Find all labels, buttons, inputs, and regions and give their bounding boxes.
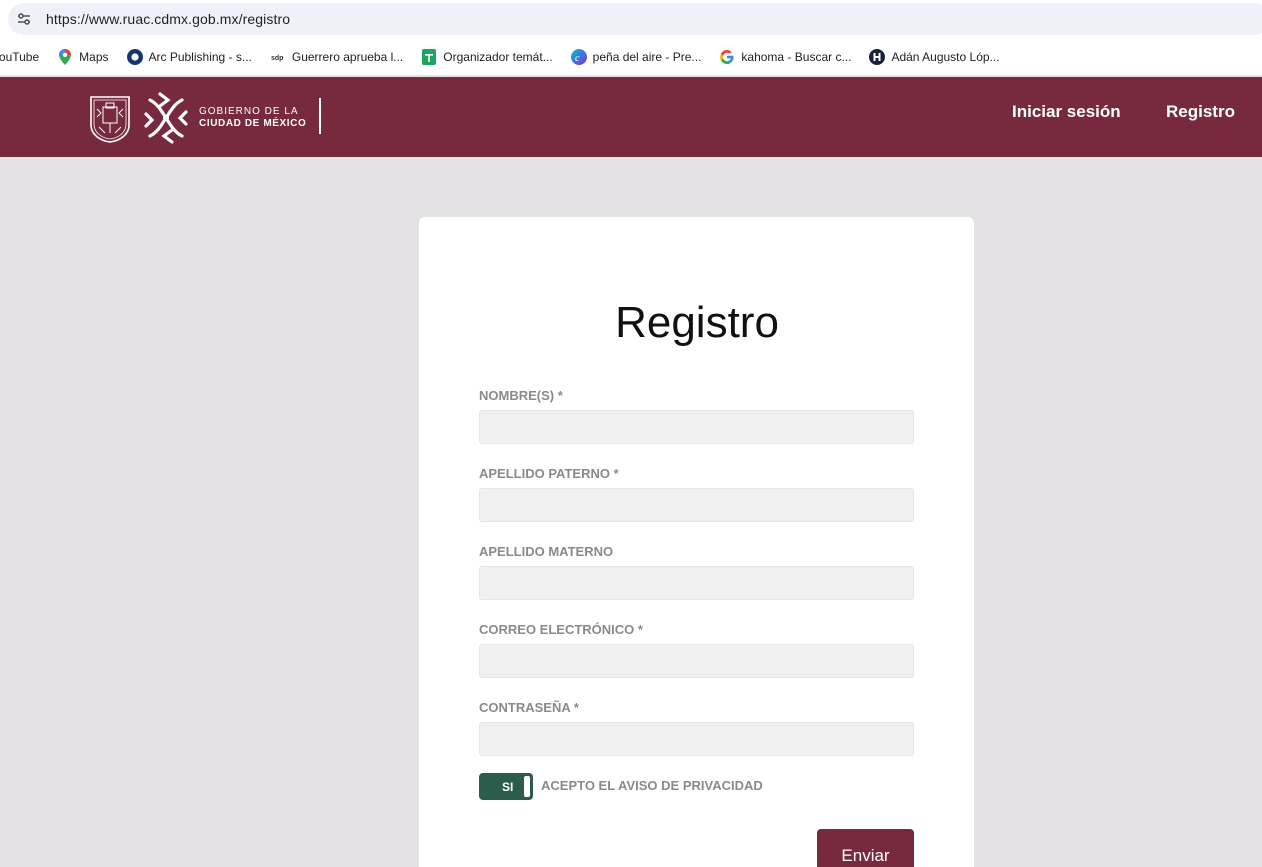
apellido-materno-label: APELLIDO MATERNO <box>479 544 614 559</box>
nav-register-link[interactable]: Registro <box>1166 102 1235 122</box>
bookmark-arc-publishing[interactable]: Arc Publishing - s... <box>126 48 252 65</box>
site-settings-icon[interactable] <box>8 3 40 35</box>
bookmark-label: kahoma - Buscar c... <box>741 49 852 64</box>
bookmark-label: peña del aire - Pre... <box>592 49 702 64</box>
correo-label: CORREO ELECTRÓNICO * <box>479 622 643 637</box>
bookmark-label: Guerrero aprueba l... <box>291 49 404 64</box>
browser-toolbar: https://www.ruac.cdmx.gob.mx/registro <box>0 0 1262 38</box>
bookmark-kahoma[interactable]: kahoma - Buscar c... <box>719 49 851 65</box>
government-line-1: GOBIERNO DE LA <box>199 106 299 117</box>
bookmark-adan-augusto[interactable]: Adán Augusto Lóp... <box>869 48 1000 65</box>
privacy-toggle-label: SI <box>502 780 514 794</box>
sheets-icon <box>421 48 437 65</box>
url-text[interactable]: https://www.ruac.cdmx.gob.mx/registro <box>46 11 290 27</box>
svg-text:c: c <box>575 53 580 64</box>
bookmark-guerrero[interactable]: sdp Guerrero aprueba l... <box>270 49 403 65</box>
correo-input[interactable] <box>479 644 914 678</box>
bookmark-label: Arc Publishing - s... <box>148 49 252 64</box>
bookmark-label: Adán Augusto Lóp... <box>891 49 1000 64</box>
privacy-notice-text: ACEPTO EL AVISO DE PRIVACIDAD <box>541 778 763 793</box>
privacy-toggle[interactable]: SI <box>479 773 533 800</box>
bookmark-maps[interactable]: Maps <box>57 48 109 65</box>
government-logotype: GOBIERNO DE LA CIUDAD DE MÉXICO <box>199 106 306 130</box>
apellido-paterno-input[interactable] <box>479 488 914 522</box>
cdmx-shield-icon <box>89 95 131 148</box>
nombre-input[interactable] <box>479 410 914 444</box>
bookmarks-bar: YouTube Maps Arc Publishing - s... sdp <box>0 38 1262 76</box>
nombre-label: NOMBRE(S) * <box>479 388 563 403</box>
government-line-2: CIUDAD DE MÉXICO <box>199 118 307 129</box>
svg-text:sdp: sdp <box>271 55 283 62</box>
contrasena-label: CONTRASEÑA * <box>479 700 579 715</box>
arc-icon <box>126 48 143 65</box>
google-icon <box>719 49 735 65</box>
bookmark-pena-del-aire[interactable]: c peña del aire - Pre... <box>570 48 702 65</box>
bookmark-label: Organizador temát... <box>443 49 553 64</box>
apellido-paterno-label: APELLIDO PATERNO * <box>479 466 619 481</box>
bookmark-youtube[interactable]: YouTube <box>0 50 39 64</box>
maps-icon <box>57 48 73 65</box>
nav-login-link[interactable]: Iniciar sesión <box>1012 102 1121 122</box>
circle-h-icon <box>869 48 886 65</box>
bookmark-label: Maps <box>79 49 109 64</box>
canva-icon: c <box>570 48 587 65</box>
submit-button[interactable]: Enviar <box>817 829 914 867</box>
bookmark-label: YouTube <box>0 49 40 64</box>
contrasena-input[interactable] <box>479 722 914 756</box>
apellido-materno-input[interactable] <box>479 566 914 600</box>
header-divider <box>319 98 321 134</box>
page-title: Registro <box>615 298 779 347</box>
toggle-knob <box>524 776 530 797</box>
bookmark-organizador[interactable]: Organizador temát... <box>421 48 553 65</box>
cdmx-logo-icon <box>142 90 190 151</box>
sdp-icon: sdp <box>270 49 286 65</box>
address-bar[interactable]: https://www.ruac.cdmx.gob.mx/registro <box>8 3 1262 35</box>
